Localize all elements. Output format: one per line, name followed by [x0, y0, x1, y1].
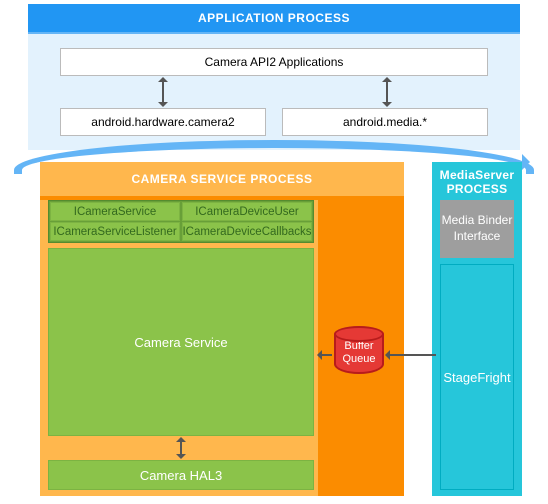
icameradevicecallbacks-cell: ICameraDeviceCallbacks: [182, 222, 312, 241]
camera-service-box: Camera Service: [48, 248, 314, 436]
icameraservice-cell: ICameraService: [50, 202, 180, 221]
arrow-api2-to-media: [386, 80, 388, 104]
camera-hal3-box: Camera HAL3: [48, 460, 314, 490]
camera-service-process-title: CAMERA SERVICE PROCESS: [131, 172, 312, 186]
arrow-cameraservice-to-hal3: [180, 440, 182, 456]
stagefright-box: StageFright: [440, 264, 514, 490]
android-hardware-camera2-box: android.hardware.camera2: [60, 108, 266, 136]
media-binder-interface-box: Media Binder Interface: [440, 200, 514, 258]
arrow-api2-to-camera2: [162, 80, 164, 104]
icameradeviceuser-cell: ICameraDeviceUser: [182, 202, 312, 221]
application-process-header: APPLICATION PROCESS: [28, 4, 520, 32]
icameraservicelistener-cell: ICameraServiceListener: [50, 222, 180, 241]
camera-api2-applications-box: Camera API2 Applications: [60, 48, 488, 76]
android-media-box: android.media.*: [282, 108, 488, 136]
mediaserver-process-title: MediaServer PROCESS: [432, 168, 522, 196]
arrow-bufferqueue-to-cameraservice: [320, 354, 332, 356]
arrow-stagefright-to-bufferqueue: [388, 354, 436, 356]
buffer-queue-cylinder-top: [334, 326, 384, 342]
